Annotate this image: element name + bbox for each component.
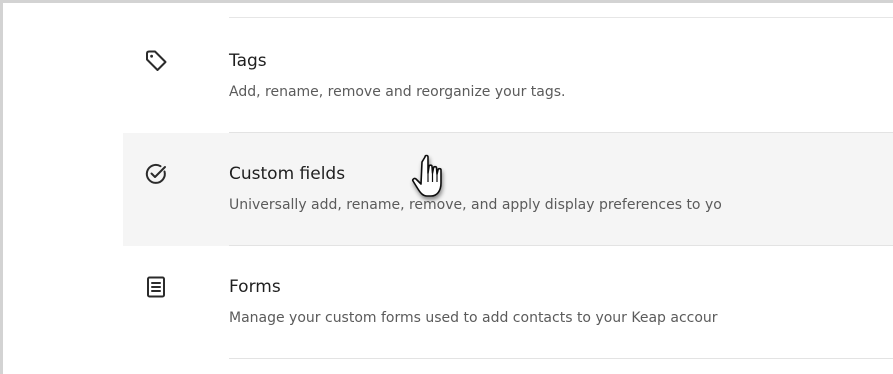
top-divider — [229, 17, 893, 18]
settings-item-title: Tags — [229, 51, 267, 71]
check-circle-icon — [143, 161, 169, 187]
settings-item-description: Add, rename, remove and reorganize your … — [229, 84, 566, 100]
settings-item-description: Universally add, rename, remove, and app… — [229, 197, 722, 213]
settings-item-forms[interactable]: Forms Manage your custom forms used to a… — [123, 246, 893, 359]
settings-list-panel: Tags Add, rename, remove and reorganize … — [0, 0, 893, 374]
settings-item-custom-fields[interactable]: Custom fields Universally add, rename, r… — [123, 133, 893, 246]
settings-item-tags[interactable]: Tags Add, rename, remove and reorganize … — [123, 20, 893, 133]
row-divider — [229, 358, 893, 359]
settings-item-description: Manage your custom forms used to add con… — [229, 310, 718, 326]
settings-item-title: Custom fields — [229, 164, 346, 184]
tag-icon — [143, 48, 169, 74]
form-document-icon — [143, 274, 169, 300]
settings-item-title: Forms — [229, 277, 281, 297]
